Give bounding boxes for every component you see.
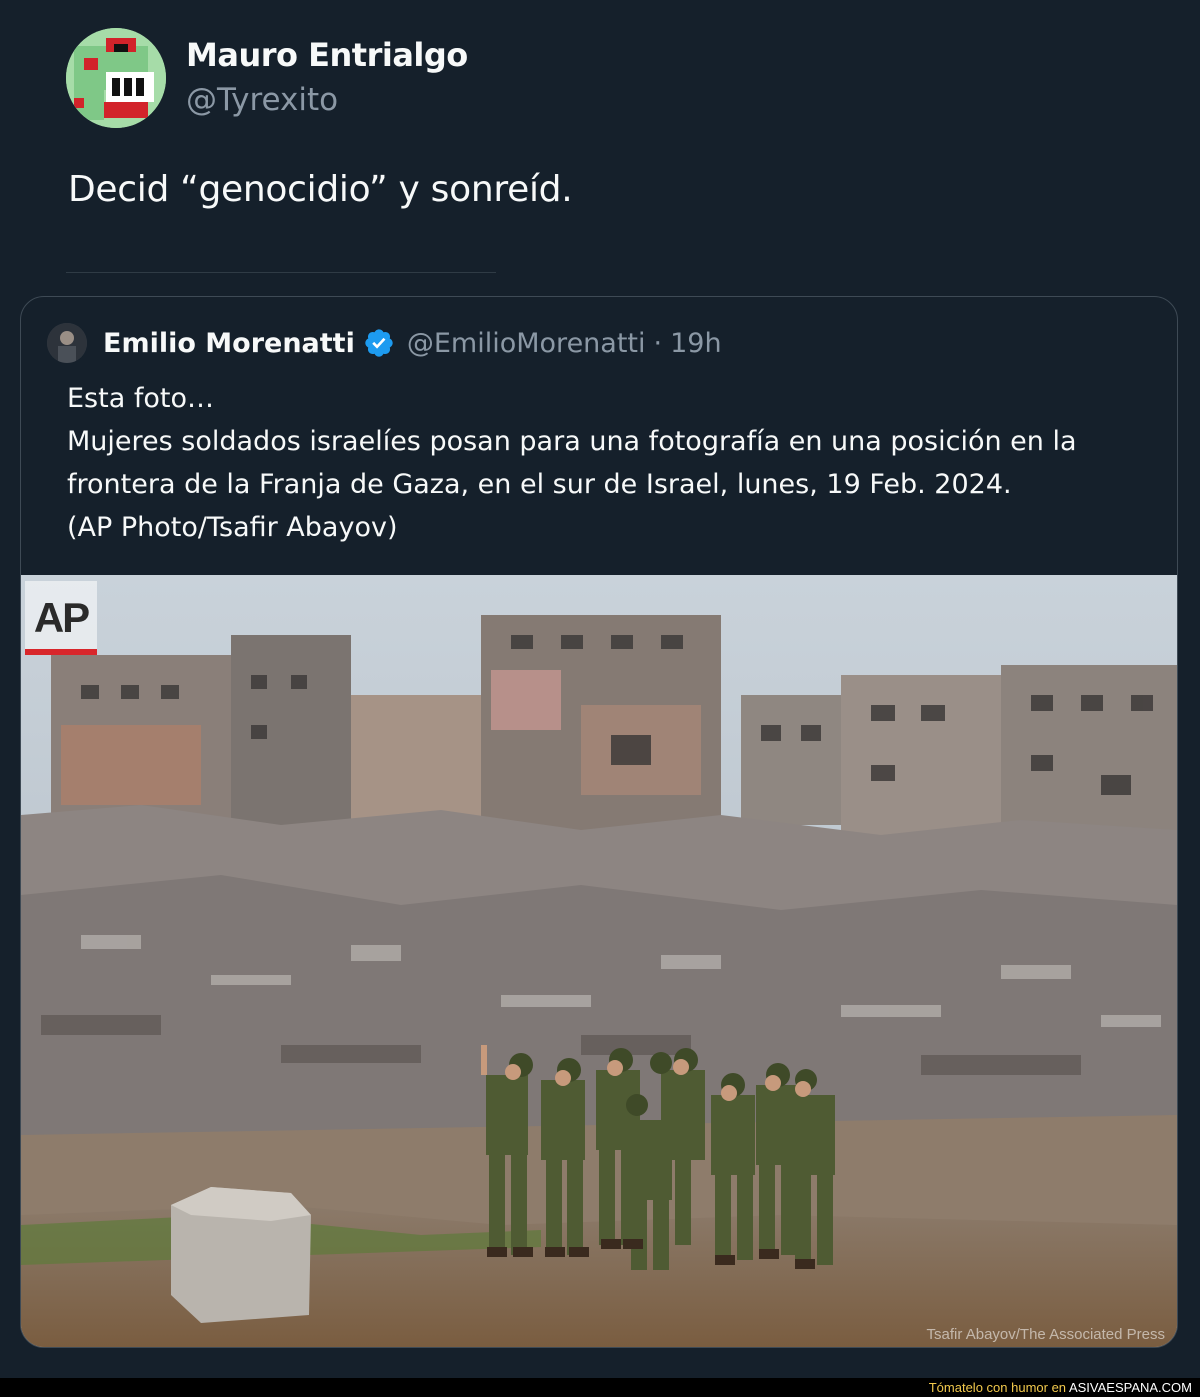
quoted-tweet-text: Esta foto… Mujeres soldados israelíes po… [67,377,1147,549]
quoted-tweet-header: Emilio Morenatti @EmilioMorenatti · 19h [47,321,722,365]
author-display-name[interactable]: Mauro Entrialgo [186,33,468,77]
quoted-author-handle[interactable]: @EmilioMorenatti [407,328,646,359]
quoted-text-line: Esta foto… [67,383,214,414]
quoted-tweet[interactable]: Emilio Morenatti @EmilioMorenatti · 19h … [20,296,1178,1348]
footer-site-link[interactable]: ASIVAESPANA.COM [1069,1380,1192,1395]
quoted-tweet-photo[interactable]: AP Tsafir Abayov/The Associated Press [21,575,1177,1347]
verified-badge-icon [365,329,393,357]
author-handle[interactable]: @Tyrexito [186,77,468,123]
photo-credit-watermark: Tsafir Abayov/The Associated Press [926,1326,1165,1343]
tweet-header: Mauro Entrialgo @Tyrexito [66,28,468,128]
separator-dot: · [653,327,663,359]
quoted-tweet-time[interactable]: 19h [670,328,721,359]
divider [66,272,496,273]
ap-watermark-logo: AP [25,581,97,655]
quoted-author-avatar[interactable] [47,323,87,363]
quoted-text-line: frontera de la Franja de Gaza, en el sur… [67,469,1012,500]
quoted-text-line: (AP Photo/Tsafir Abayov) [67,512,398,543]
quoted-text-line: Mujeres soldados israelíes posan para un… [67,426,1077,457]
quoted-author-display-name[interactable]: Emilio Morenatti [103,328,355,359]
dinosaur-avatar-icon[interactable] [66,28,166,128]
rubble-scene-image [21,575,1177,1347]
footer-prefix: Tómatelo con humor en [928,1380,1067,1395]
tweet-text: Decid “genocidio” y sonreíd. [68,169,573,210]
site-footer-bar: Tómatelo con humor en ASIVAESPANA.COM [0,1378,1200,1397]
